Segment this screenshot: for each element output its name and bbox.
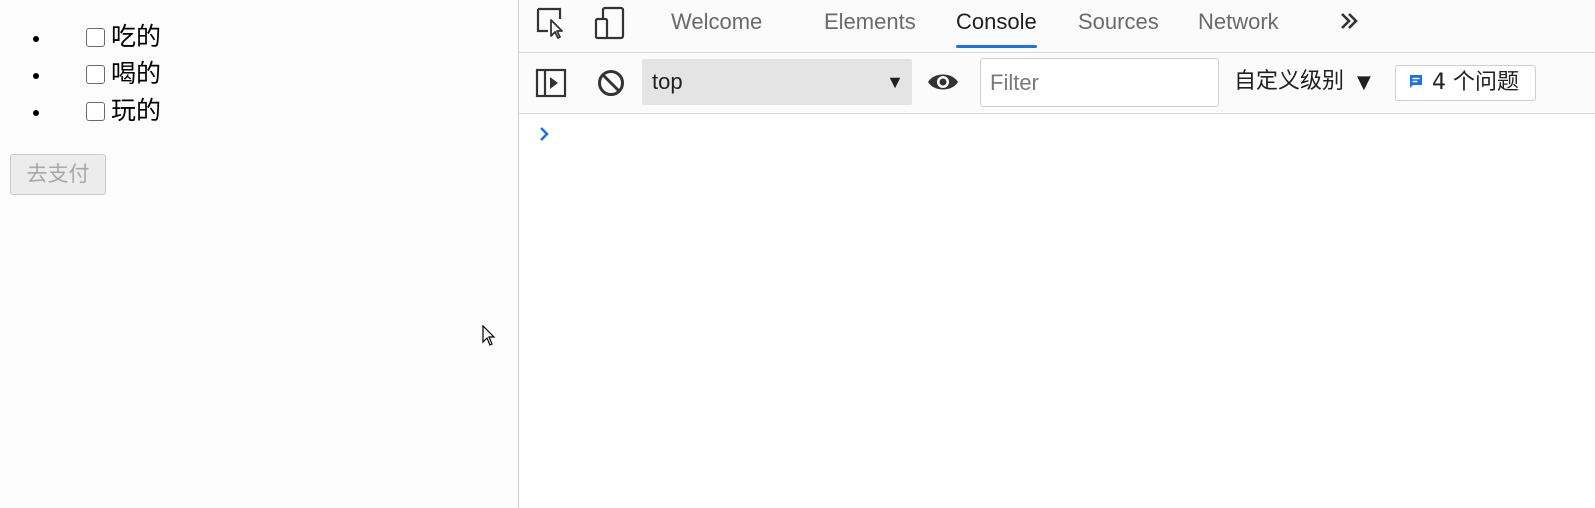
- tab-console[interactable]: Console: [956, 0, 1037, 50]
- filter-input[interactable]: Filter: [980, 58, 1219, 107]
- issues-counter-button[interactable]: 4 个问题: [1395, 65, 1536, 101]
- item-list: 吃的 喝的 玩的: [52, 18, 161, 129]
- context-selector-value: top: [652, 69, 683, 94]
- list-item: 喝的: [52, 55, 161, 92]
- item-checkbox[interactable]: [86, 102, 105, 121]
- log-level-dropdown[interactable]: 自定义级别 ▼: [1234, 59, 1371, 105]
- log-level-label: 自定义级别: [1234, 69, 1345, 94]
- tab-elements[interactable]: Elements: [824, 0, 916, 50]
- devtools-tabbar: Welcome Elements Console Sources Network: [519, 0, 1595, 53]
- console-toolbar: top ▼ Filter 自定义级别 ▼ 4 个问题: [519, 54, 1595, 114]
- item-checkbox[interactable]: [86, 65, 105, 84]
- item-label: 玩的: [111, 96, 162, 125]
- page-content: 吃的 喝的 玩的 去支付: [0, 0, 518, 508]
- device-toolbar-icon[interactable]: [593, 6, 627, 40]
- mouse-cursor-icon: [482, 325, 496, 346]
- double-chevron-right-icon[interactable]: [1339, 8, 1361, 36]
- inspect-element-icon[interactable]: [535, 6, 569, 40]
- tab-welcome[interactable]: Welcome: [671, 0, 762, 50]
- tab-sources[interactable]: Sources: [1078, 0, 1159, 50]
- eye-icon[interactable]: [926, 68, 960, 96]
- devtools-panel: Welcome Elements Console Sources Network…: [518, 0, 1595, 508]
- item-label: 吃的: [111, 22, 162, 51]
- item-checkbox[interactable]: [86, 28, 105, 47]
- item-label: 喝的: [111, 59, 162, 88]
- message-icon: [1410, 75, 1422, 88]
- caret-down-icon: ▼: [1357, 72, 1371, 93]
- console-prompt-chevron-icon[interactable]: [538, 124, 552, 144]
- context-selector[interactable]: top ▼: [642, 59, 912, 105]
- clear-console-icon[interactable]: [596, 68, 626, 98]
- tab-network[interactable]: Network: [1198, 0, 1279, 50]
- list-item: 吃的: [52, 18, 161, 55]
- issues-counter-label: 4 个问题: [1432, 70, 1519, 95]
- show-sidebar-icon[interactable]: [535, 68, 567, 98]
- pay-button[interactable]: 去支付: [10, 154, 106, 195]
- list-item: 玩的: [52, 92, 161, 129]
- caret-down-icon: ▼: [886, 72, 904, 92]
